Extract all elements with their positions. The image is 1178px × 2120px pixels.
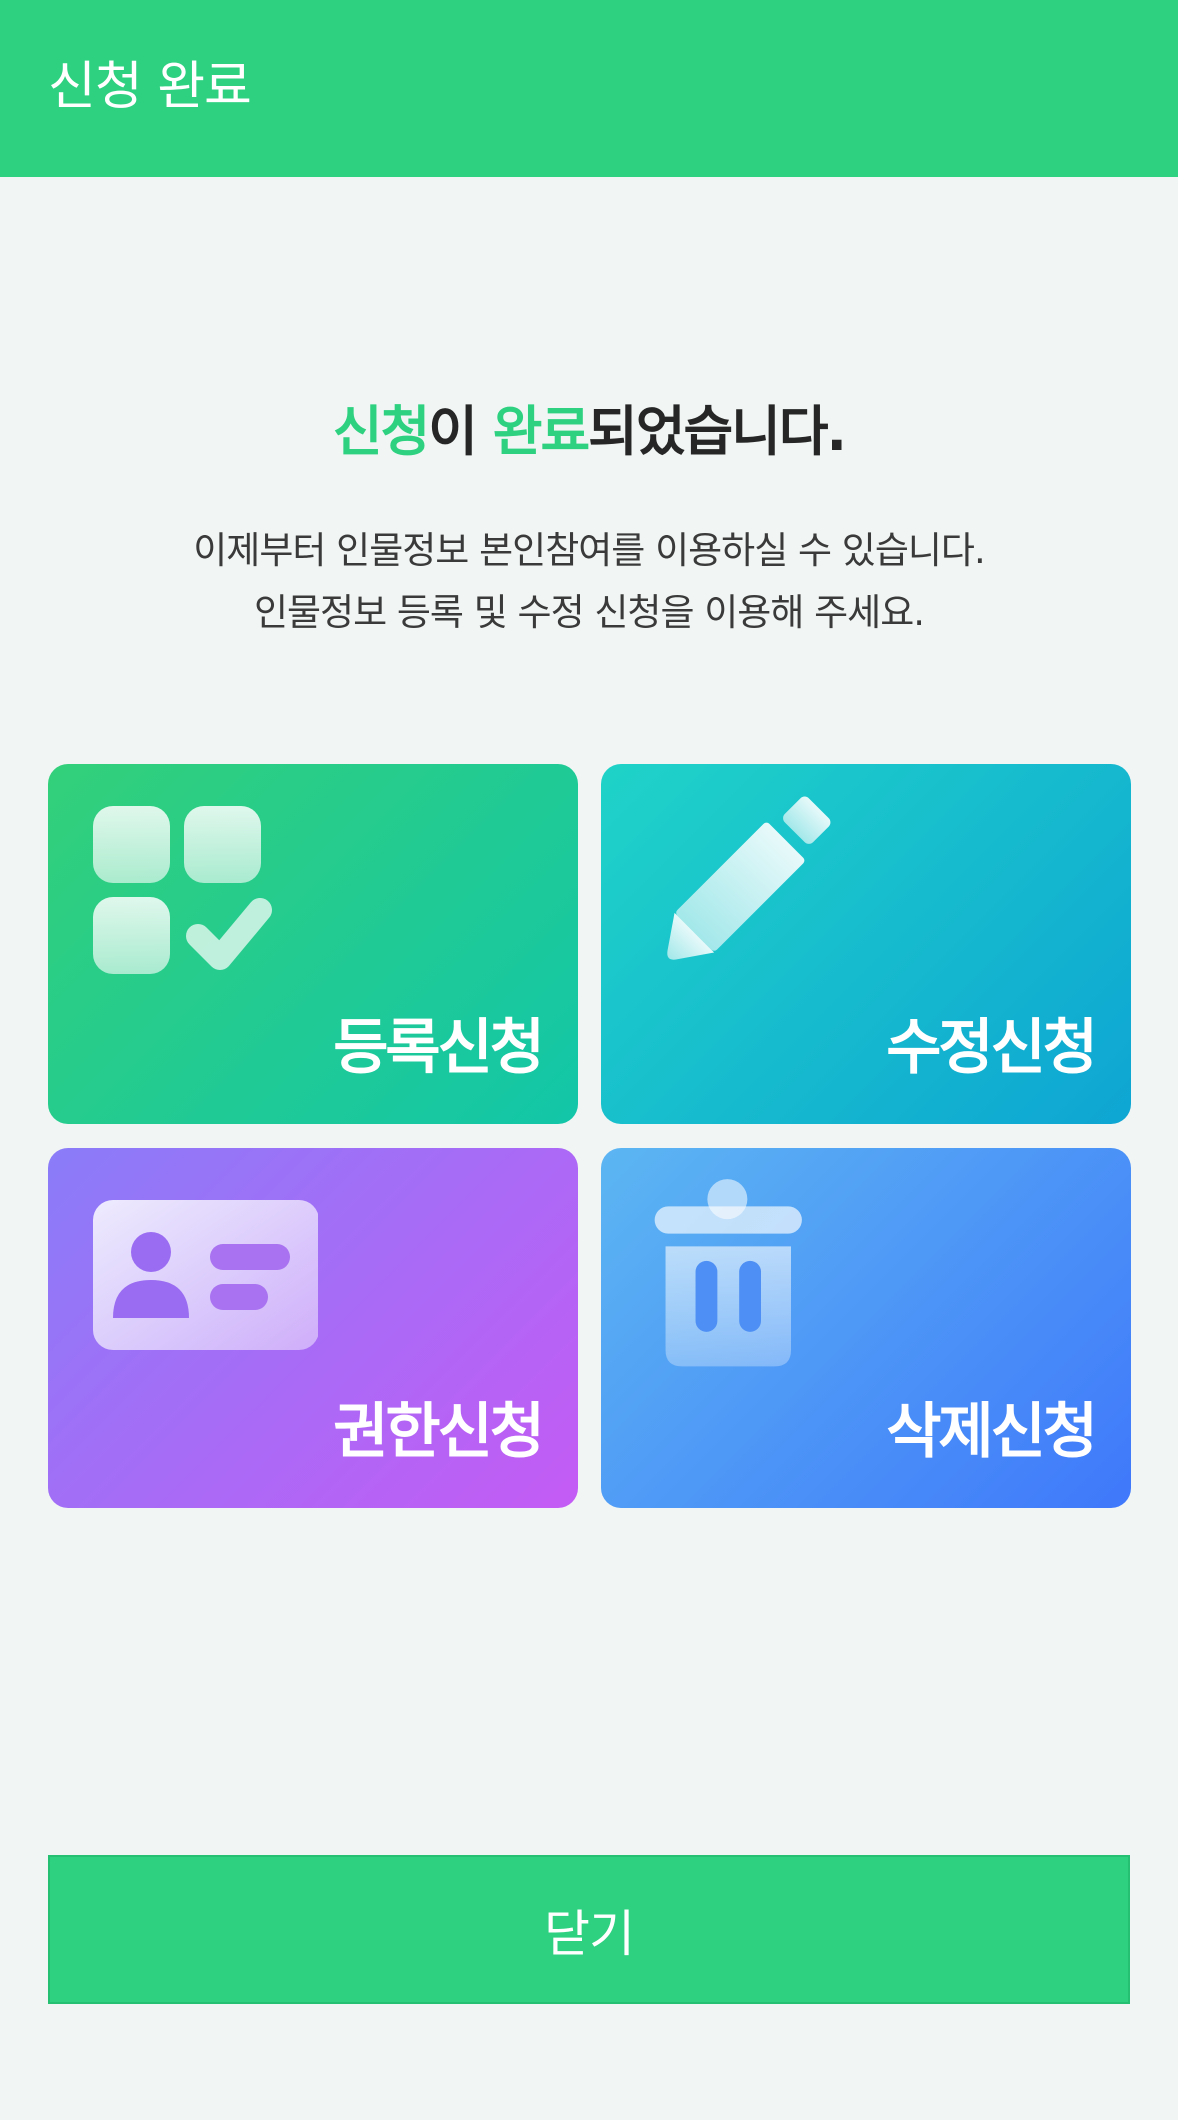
delete-request-label: 삭제신청 bbox=[886, 1397, 1098, 1467]
edit-request-label: 수정신청 bbox=[886, 1013, 1098, 1083]
completion-headline: 신청이 완료되었습니다. bbox=[0, 392, 1178, 472]
headline-accent-complete: 완료 bbox=[492, 400, 590, 463]
description-line-2: 인물정보 등록 및 수정 신청을 이용해 주세요. bbox=[253, 591, 925, 634]
edit-request-tile[interactable]: 수정신청 bbox=[601, 764, 1131, 1124]
description-line-1: 이제부터 인물정보 본인참여를 이용하실 수 있습니다. bbox=[193, 529, 985, 572]
delete-request-tile[interactable]: 삭제신청 bbox=[601, 1148, 1131, 1508]
headline-text-ending: 되었습니다. bbox=[588, 400, 847, 463]
headline-accent-application: 신청 bbox=[332, 400, 430, 463]
permission-request-label: 권한신청 bbox=[333, 1397, 545, 1467]
application-complete-screen: 신청 완료 신청이 완료되었습니다. 이제부터 인물정보 본인참여를 이용하실 … bbox=[0, 0, 1178, 2120]
pencil-icon bbox=[667, 796, 831, 960]
page-title: 신청 완료 bbox=[48, 57, 252, 117]
id-card-icon bbox=[93, 1200, 318, 1350]
close-button[interactable]: 닫기 bbox=[48, 1855, 1130, 2004]
apps-check-icon bbox=[93, 806, 272, 974]
headline-text-particle: 이 bbox=[428, 400, 493, 463]
register-request-tile[interactable]: 등록신청 bbox=[48, 764, 578, 1124]
register-request-label: 등록신청 bbox=[333, 1013, 545, 1083]
completion-description: 이제부터 인물정보 본인참여를 이용하실 수 있습니다. 인물정보 등록 및 수… bbox=[0, 520, 1178, 644]
app-header: 신청 완료 bbox=[0, 0, 1178, 177]
close-button-label: 닫기 bbox=[544, 1904, 635, 1963]
permission-request-tile[interactable]: 권한신청 bbox=[48, 1148, 578, 1508]
trash-icon bbox=[654, 1179, 802, 1367]
